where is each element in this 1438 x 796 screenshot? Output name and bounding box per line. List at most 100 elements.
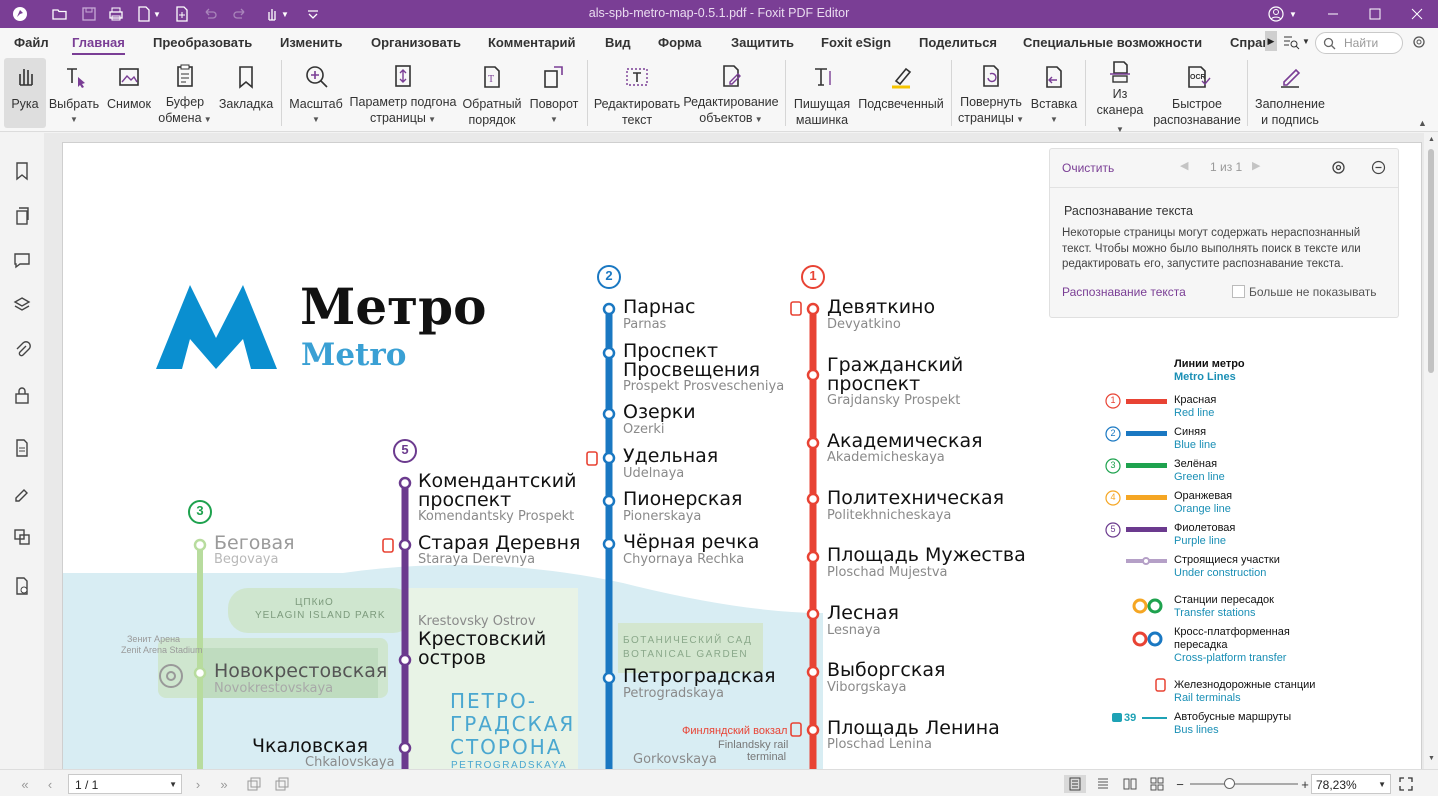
tab-comment[interactable]: Комментарий bbox=[488, 35, 576, 50]
fill-sign-icon bbox=[1276, 58, 1304, 96]
run-ocr-link[interactable]: Распознавание текста bbox=[1062, 285, 1186, 299]
tabs-scroll-right-icon[interactable]: ▶ bbox=[1265, 31, 1277, 51]
zoom-slider[interactable] bbox=[1190, 783, 1298, 785]
fit-page-button[interactable]: Параметр подгона страницы ▼ bbox=[348, 58, 458, 128]
chevron-down-icon[interactable]: ▼ bbox=[1378, 780, 1386, 789]
highlight-button[interactable]: Подсвеченный bbox=[856, 58, 946, 128]
minimize-button[interactable] bbox=[1310, 0, 1356, 28]
tab-protect[interactable]: Защитить bbox=[731, 35, 794, 50]
fullscreen-icon[interactable] bbox=[1397, 775, 1415, 793]
station-novokrestovskaya-en: Novokrestovskaya bbox=[214, 681, 334, 696]
comments-panel-icon[interactable] bbox=[10, 248, 34, 272]
logo-title-ru: Метро bbox=[300, 277, 487, 336]
scroll-up-icon[interactable]: ▲ bbox=[1428, 136, 1435, 143]
station-krestovsky-2: остров bbox=[418, 647, 487, 669]
zoom-slider-handle[interactable] bbox=[1224, 778, 1235, 789]
security-panel-icon[interactable] bbox=[10, 383, 34, 407]
select-button[interactable]: Выбрать ▼ bbox=[49, 58, 99, 128]
clipboard-button[interactable]: Буфер обмена ▼ bbox=[157, 58, 213, 128]
attachments-panel-icon[interactable] bbox=[10, 338, 34, 362]
search-input[interactable]: Найти bbox=[1315, 32, 1403, 54]
zoom-in-icon[interactable]: + bbox=[1298, 775, 1312, 793]
single-page-view-icon[interactable] bbox=[1064, 775, 1086, 793]
vertical-scrollbar[interactable]: ▲ ▼ bbox=[1424, 133, 1438, 769]
next-page-icon[interactable]: › bbox=[189, 775, 207, 793]
dont-show-checkbox[interactable] bbox=[1232, 285, 1245, 298]
tab-share[interactable]: Поделиться bbox=[919, 35, 997, 50]
tab-esign[interactable]: Foxit eSign bbox=[821, 35, 891, 50]
chevron-down-icon: ▼ bbox=[550, 115, 558, 124]
content-panel-icon[interactable] bbox=[10, 436, 34, 460]
garden-label-en: BOTANICAL GARDEN bbox=[623, 649, 749, 660]
continuous-view-icon[interactable] bbox=[1092, 775, 1114, 793]
chevron-down-icon: ▼ bbox=[70, 115, 78, 124]
first-page-icon[interactable]: « bbox=[16, 775, 34, 793]
scanner-button[interactable]: Из сканера ▼ bbox=[1092, 58, 1148, 134]
legend-blue-ru: Синяя bbox=[1174, 426, 1207, 438]
tab-view[interactable]: Вид bbox=[605, 35, 631, 50]
clear-link[interactable]: Очистить bbox=[1062, 161, 1114, 175]
chevron-down-icon[interactable]: ▼ bbox=[1288, 4, 1298, 24]
close-button[interactable] bbox=[1394, 0, 1438, 28]
legend-orange-en: Orange line bbox=[1174, 503, 1231, 515]
collapse-ribbon-icon[interactable]: ▲ bbox=[1418, 118, 1427, 128]
bookmarks-panel-icon[interactable] bbox=[10, 159, 34, 183]
tab-file[interactable]: Файл bbox=[14, 35, 49, 50]
window-title: als-spb-metro-map-0.5.1.pdf - Foxit PDF … bbox=[588, 6, 850, 20]
next-view-icon[interactable] bbox=[272, 775, 292, 793]
edit-object-button[interactable]: Редактирование объектов ▼ bbox=[683, 58, 779, 128]
page-number-field[interactable]: 1 / 1 ▼ bbox=[68, 774, 182, 794]
legend-num-2: 2 bbox=[1110, 428, 1116, 438]
rotate-pages-button[interactable]: Повернуть страницы ▼ bbox=[957, 58, 1025, 128]
layers-panel-icon[interactable] bbox=[10, 293, 34, 317]
hand-button[interactable]: Рука bbox=[4, 58, 46, 128]
zoom-button[interactable]: Масштаб ▼ bbox=[287, 58, 345, 128]
pages-panel-icon[interactable] bbox=[10, 204, 34, 228]
quick-ocr-button[interactable]: OCR Быстрое распознавание bbox=[1152, 58, 1242, 128]
zoom-out-icon[interactable]: − bbox=[1173, 775, 1187, 793]
compare-panel-icon[interactable] bbox=[10, 525, 34, 549]
gear-icon[interactable] bbox=[1331, 160, 1346, 175]
user-icon[interactable] bbox=[1266, 4, 1286, 24]
reverse-order-button[interactable]: T Обратный порядок bbox=[462, 58, 522, 128]
tab-organize[interactable]: Организовать bbox=[371, 35, 461, 50]
metro-logo-icon bbox=[156, 285, 277, 369]
fill-sign-button[interactable]: Заполнение и подпись bbox=[1252, 58, 1328, 128]
insert-button[interactable]: Вставка ▼ bbox=[1028, 58, 1080, 128]
scroll-down-icon[interactable]: ▼ bbox=[1428, 755, 1435, 762]
tab-form[interactable]: Форма bbox=[658, 35, 701, 50]
ocr-panel-title: Распознавание текста bbox=[1064, 204, 1193, 218]
park-label-en: YELAGIN ISLAND PARK bbox=[255, 610, 386, 621]
last-page-icon[interactable]: » bbox=[215, 775, 233, 793]
status-bar: « ‹ 1 / 1 ▼ › » − + 78,23% ▼ bbox=[0, 769, 1438, 796]
next-result-icon[interactable]: ▶ bbox=[1252, 159, 1260, 172]
scrollbar-thumb[interactable] bbox=[1428, 149, 1434, 373]
sign-panel-icon[interactable] bbox=[10, 480, 34, 504]
tab-edit[interactable]: Изменить bbox=[280, 35, 343, 50]
bookmark-button[interactable]: Закладка bbox=[218, 58, 274, 128]
snapshot-button[interactable]: Снимок bbox=[104, 58, 154, 128]
edit-text-button[interactable]: Редактировать текст bbox=[594, 58, 680, 128]
settings-icon[interactable] bbox=[1411, 34, 1427, 50]
legend-bus-number: 39 bbox=[1124, 712, 1137, 724]
chevron-down-icon[interactable]: ▼ bbox=[1302, 37, 1310, 46]
tab-accessibility[interactable]: Специальные возможности bbox=[1023, 35, 1202, 50]
tab-home[interactable]: Главная bbox=[72, 35, 125, 55]
collapse-icon[interactable] bbox=[1371, 160, 1386, 175]
dont-show-label: Больше не показывать bbox=[1249, 285, 1377, 299]
prev-page-icon[interactable]: ‹ bbox=[41, 775, 59, 793]
maximize-button[interactable] bbox=[1352, 0, 1398, 28]
two-page-continuous-icon[interactable] bbox=[1146, 775, 1168, 793]
chevron-down-icon[interactable]: ▼ bbox=[169, 780, 177, 789]
properties-panel-icon[interactable] bbox=[10, 574, 34, 598]
tab-convert[interactable]: Преобразовать bbox=[153, 35, 252, 50]
two-page-view-icon[interactable] bbox=[1119, 775, 1141, 793]
rotate-button[interactable]: Поворот ▼ bbox=[526, 58, 582, 128]
tell-me-icon[interactable] bbox=[1282, 33, 1300, 51]
zoom-level-field[interactable]: 78,23% ▼ bbox=[1311, 774, 1391, 794]
prev-result-icon[interactable]: ◀ bbox=[1180, 159, 1188, 172]
legend-cross-ru-2: пересадка bbox=[1174, 639, 1228, 651]
previous-view-icon[interactable] bbox=[244, 775, 264, 793]
typewriter-button[interactable]: Пишущая машинка bbox=[790, 58, 854, 128]
legend-orange-ru: Оранжевая bbox=[1174, 490, 1233, 502]
